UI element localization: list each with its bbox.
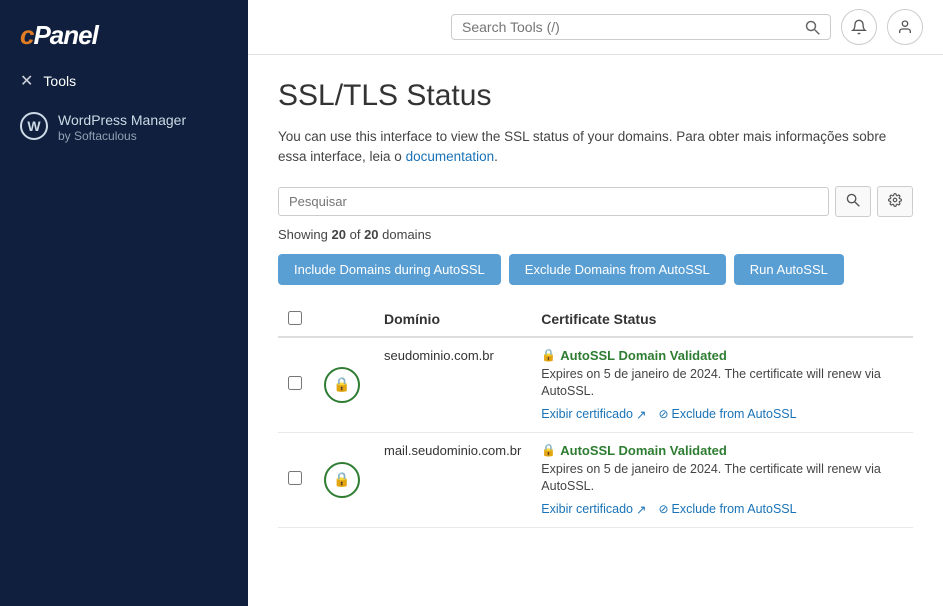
tools-icon: ✕ (20, 71, 33, 91)
showing-count: 20 (332, 227, 346, 242)
filter-search-icon (846, 193, 860, 207)
row2-checkbox-cell (278, 432, 314, 527)
row2-domain-cell: mail.seudominio.com.br (374, 432, 531, 527)
desc-before-link: You can use this interface to view the S… (278, 129, 886, 164)
wordpress-text: WordPress Manager by Softaculous (58, 111, 186, 145)
sidebar-item-tools-label: Tools (43, 73, 76, 89)
row2-checkbox[interactable] (288, 471, 302, 485)
table-header-row: Domínio Certificate Status (278, 303, 913, 337)
row2-status-lock-icon: 🔒 (541, 443, 556, 457)
bell-icon (851, 19, 867, 35)
row2-icon-cell: 🔒 (314, 432, 374, 527)
logo-area: cPanel (0, 0, 248, 61)
row1-exclude-link[interactable]: ⊘ Exclude from AutoSSL (658, 407, 796, 421)
row1-domain-name: seudominio.com.br (384, 348, 494, 363)
row2-domain-name: mail.seudominio.com.br (384, 443, 521, 458)
page-description: You can use this interface to view the S… (278, 127, 913, 168)
row1-exclude-icon: ⊘ (658, 407, 668, 421)
search-tools-input[interactable] (462, 19, 799, 35)
row2-exclude-link[interactable]: ⊘ Exclude from AutoSSL (658, 502, 796, 516)
user-button[interactable] (887, 9, 923, 45)
select-all-checkbox[interactable] (288, 311, 302, 325)
row2-external-link-icon: ↗ (636, 502, 646, 517)
col-domain-header: Domínio (374, 303, 531, 337)
filter-settings-button[interactable] (877, 186, 913, 217)
include-domains-button[interactable]: Include Domains during AutoSSL (278, 254, 501, 285)
documentation-link[interactable]: documentation (406, 149, 495, 164)
search-tools-wrap[interactable] (451, 14, 831, 40)
desc-after-link: . (494, 149, 498, 164)
row1-cert-links: Exibir certificado ↗ ⊘ Exclude from Auto… (541, 407, 903, 422)
filter-bar (278, 186, 913, 217)
settings-icon (888, 193, 902, 207)
user-icon (897, 19, 913, 35)
run-autossl-button[interactable]: Run AutoSSL (734, 254, 844, 285)
row1-status-lock-icon: 🔒 (541, 348, 556, 362)
domains-table: Domínio Certificate Status 🔒 (278, 303, 913, 528)
row2-cert-links: Exibir certificado ↗ ⊘ Exclude from Auto… (541, 502, 903, 517)
page-title: SSL/TLS Status (278, 79, 913, 113)
row1-view-cert-link[interactable]: Exibir certificado ↗ (541, 407, 646, 422)
topbar (248, 0, 943, 55)
row2-cert-expiry: Expires on 5 de janeiro de 2024. The cer… (541, 461, 903, 496)
row1-cert-expiry: Expires on 5 de janeiro de 2024. The cer… (541, 366, 903, 401)
table-row: 🔒 seudominio.com.br 🔒 AutoSSL Domain Val… (278, 337, 913, 433)
row1-cert-status: 🔒 AutoSSL Domain Validated (541, 348, 903, 363)
exclude-domains-button[interactable]: Exclude Domains from AutoSSL (509, 254, 726, 285)
sidebar-item-wordpress[interactable]: W WordPress Manager by Softaculous (0, 101, 248, 155)
notifications-button[interactable] (841, 9, 877, 45)
col-icon-header (314, 303, 374, 337)
sidebar-item-tools[interactable]: ✕ Tools (0, 61, 248, 101)
row1-domain-cell: seudominio.com.br (374, 337, 531, 433)
wordpress-icon: W (20, 112, 48, 140)
row1-lock-icon: 🔒 (324, 367, 360, 403)
col-checkbox (278, 303, 314, 337)
row2-cert-cell: 🔒 AutoSSL Domain Validated Expires on 5 … (531, 432, 913, 527)
row2-cert-status: 🔒 AutoSSL Domain Validated (541, 443, 903, 458)
row1-checkbox[interactable] (288, 376, 302, 390)
page-content: SSL/TLS Status You can use this interfac… (248, 55, 943, 606)
action-buttons: Include Domains during AutoSSL Exclude D… (278, 254, 913, 285)
row1-icon-cell: 🔒 (314, 337, 374, 433)
row2-lock-icon: 🔒 (324, 462, 360, 498)
filter-search-button[interactable] (835, 186, 871, 217)
sidebar: cPanel ✕ Tools W WordPress Manager by So… (0, 0, 248, 606)
cpanel-logo: cPanel (20, 20, 98, 51)
row1-cert-cell: 🔒 AutoSSL Domain Validated Expires on 5 … (531, 337, 913, 433)
row2-view-cert-link[interactable]: Exibir certificado ↗ (541, 502, 646, 517)
showing-text: Showing 20 of 20 domains (278, 227, 913, 242)
wordpress-label: WordPress Manager (58, 111, 186, 129)
col-cert-header: Certificate Status (531, 303, 913, 337)
row1-external-link-icon: ↗ (636, 407, 646, 422)
table-row: 🔒 mail.seudominio.com.br 🔒 AutoSSL Domai… (278, 432, 913, 527)
search-icon (805, 20, 820, 35)
main-area: SSL/TLS Status You can use this interfac… (248, 0, 943, 606)
filter-input[interactable] (278, 187, 829, 216)
row1-checkbox-cell (278, 337, 314, 433)
wordpress-sublabel: by Softaculous (58, 129, 186, 145)
row2-exclude-icon: ⊘ (658, 502, 668, 516)
showing-total: 20 (364, 227, 378, 242)
search-tools-button[interactable] (805, 20, 820, 35)
